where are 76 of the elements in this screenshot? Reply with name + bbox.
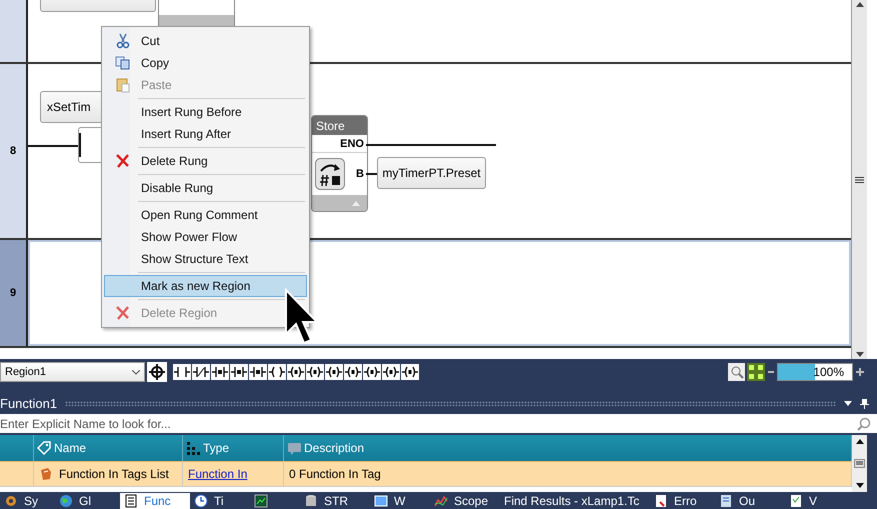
type-link[interactable]: Function In [188,467,248,481]
search-field[interactable]: Enter Explicit Name to look for... [0,414,857,433]
row-header-cell[interactable] [0,461,34,487]
column-header[interactable]: Description [284,435,852,461]
cross-icon [115,153,131,169]
comment-icon [287,440,302,456]
contact-icon[interactable] [230,364,248,380]
list-icon [124,494,138,508]
document-icon [789,494,803,508]
menu-item[interactable]: Disable Rung [104,177,307,199]
fit-view-icon[interactable] [747,363,765,381]
contact-icon[interactable] [173,364,191,380]
scrollbar-thumb-grip[interactable] [854,459,865,468]
rung-number-cell: 8 [0,64,28,238]
tag-box: myTimerPT.Preset [377,157,486,189]
block-title: Store [312,116,367,135]
coil-icon[interactable] [325,364,343,380]
region-dropdown[interactable]: Region1 [0,362,145,382]
scrollbar-thumb-grip[interactable] [855,176,864,182]
pin-icon[interactable] [860,398,869,408]
coil-icon[interactable] [363,364,381,380]
menu-item[interactable]: Copy [104,52,307,74]
coil-icon[interactable] [287,364,305,380]
clipboard-icon [115,77,131,93]
search-icon[interactable] [857,416,871,430]
coil-icon[interactable] [344,364,362,380]
scroll-up-icon[interactable] [856,439,864,444]
menu-item[interactable]: Insert Rung After [104,123,307,145]
panel-tab[interactable]: Func [120,493,190,509]
crosshair-icon[interactable] [147,362,167,382]
document-icon [719,494,733,508]
tag-name: Function In Tags List [59,467,169,481]
menu-item[interactable]: Mark as new Region [104,275,307,297]
chevron-down-icon [132,370,140,374]
scroll-up-icon[interactable] [856,2,864,7]
menu-item[interactable]: Open Rung Comment [104,204,307,226]
magnifier-icon[interactable] [728,363,745,381]
clock-icon [194,494,208,508]
document-icon [654,494,668,508]
copy-icon [115,55,131,71]
menu-item[interactable]: Cut [104,30,307,52]
coil-icon[interactable] [401,364,419,380]
coil-icon[interactable] [268,364,286,380]
chart-window-icon [254,494,268,508]
menu-item[interactable]: Show Power Flow [104,226,307,248]
scroll-down-icon[interactable] [856,483,864,488]
coil-icon[interactable] [306,364,324,380]
scroll-down-icon[interactable] [856,352,864,357]
contact-icon[interactable] [211,364,229,380]
menu-item[interactable]: Delete Rung [104,150,307,172]
dropdown-icon[interactable] [844,401,852,406]
globe-icon [59,494,73,508]
line-chart-icon [434,494,448,508]
menu-item[interactable]: Show Structure Text [104,248,307,270]
window-icon [374,494,388,508]
contact-icon[interactable] [249,364,267,380]
description-text: 0 Function In Tag [289,467,381,481]
column-header-label: Name [54,441,86,455]
column-header-label: Description [304,441,364,455]
output-pin-label: ENO [312,135,367,153]
bars-icon [186,440,201,456]
column-header[interactable]: Type [183,435,284,461]
column-header-label: Type [203,441,230,455]
column-header[interactable]: Name [34,435,183,461]
tag-icon [37,440,52,456]
database-icon [304,494,318,508]
store-icon [315,158,345,190]
input-pin-label: B [356,168,364,180]
coil-icon[interactable] [382,364,400,380]
rung-number-cell: 9 [0,240,28,346]
scissors-icon [115,33,131,49]
tag-list-icon [39,467,53,481]
region-dropdown-value: Region1 [5,366,46,378]
panel-title: Function1 [0,396,58,411]
contact-icon[interactable] [192,364,210,380]
cross-icon [115,305,131,321]
